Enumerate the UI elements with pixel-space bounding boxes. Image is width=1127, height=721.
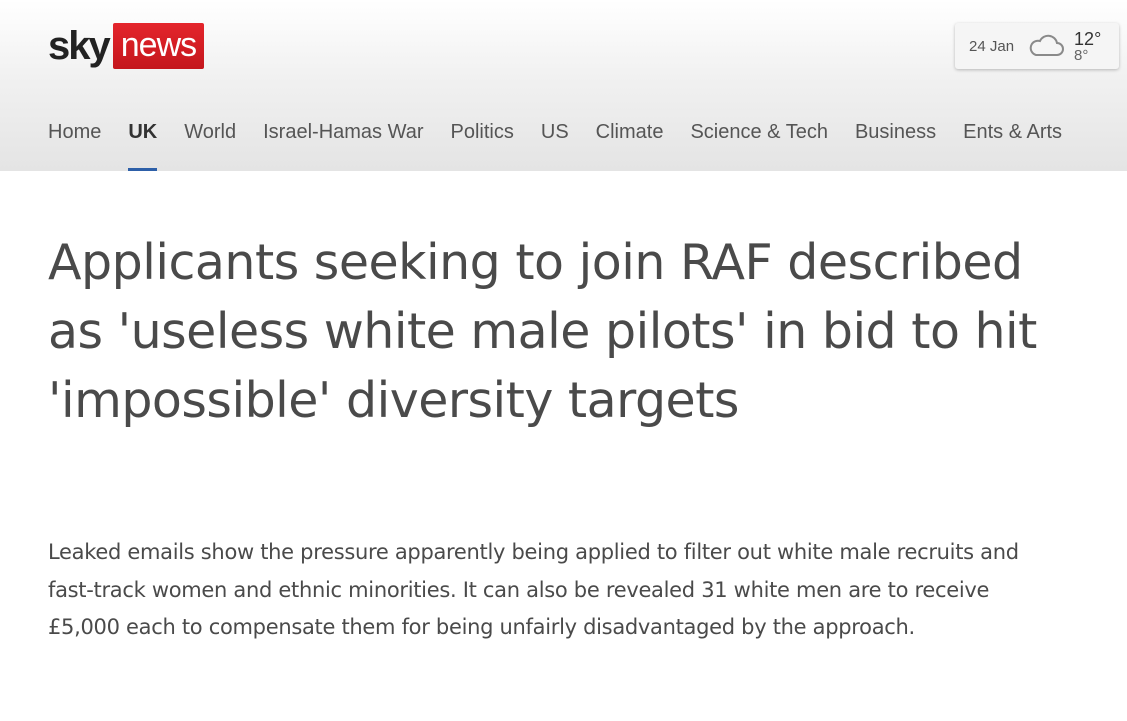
site-header: sky news 24 Jan 12° 8° Home UK World Isr…: [0, 0, 1127, 171]
weather-temps: 12° 8°: [1074, 30, 1101, 63]
temp-high: 12°: [1074, 28, 1102, 49]
nav-item-climate[interactable]: Climate: [596, 110, 664, 171]
nav-item-world[interactable]: World: [184, 110, 236, 171]
nav-item-ents-arts[interactable]: Ents & Arts: [963, 110, 1062, 171]
temp-low: 8°: [1074, 46, 1089, 64]
main-nav: Home UK World Israel-Hamas War Politics …: [48, 110, 1089, 171]
nav-item-us[interactable]: US: [541, 110, 569, 171]
article-headline: Applicants seeking to join RAF described…: [48, 234, 1037, 429]
nav-item-uk[interactable]: UK: [128, 110, 157, 171]
logo-sky-text: sky: [48, 24, 111, 68]
weather-date: 24 Jan: [969, 37, 1015, 55]
nav-item-science-tech[interactable]: Science & Tech: [690, 110, 828, 171]
article-standfirst: Leaked emails show the pressure apparent…: [48, 540, 1019, 639]
nav-item-politics[interactable]: Politics: [451, 110, 514, 171]
nav-item-business[interactable]: Business: [855, 110, 936, 171]
nav-item-israel-hamas-war[interactable]: Israel-Hamas War: [263, 110, 423, 171]
nav-item-home[interactable]: Home: [48, 110, 101, 171]
sky-news-logo[interactable]: sky news: [48, 22, 205, 70]
logo-news-text: news: [112, 23, 205, 69]
cloud-icon: [1029, 34, 1065, 56]
weather-widget[interactable]: 24 Jan 12° 8°: [955, 23, 1119, 69]
